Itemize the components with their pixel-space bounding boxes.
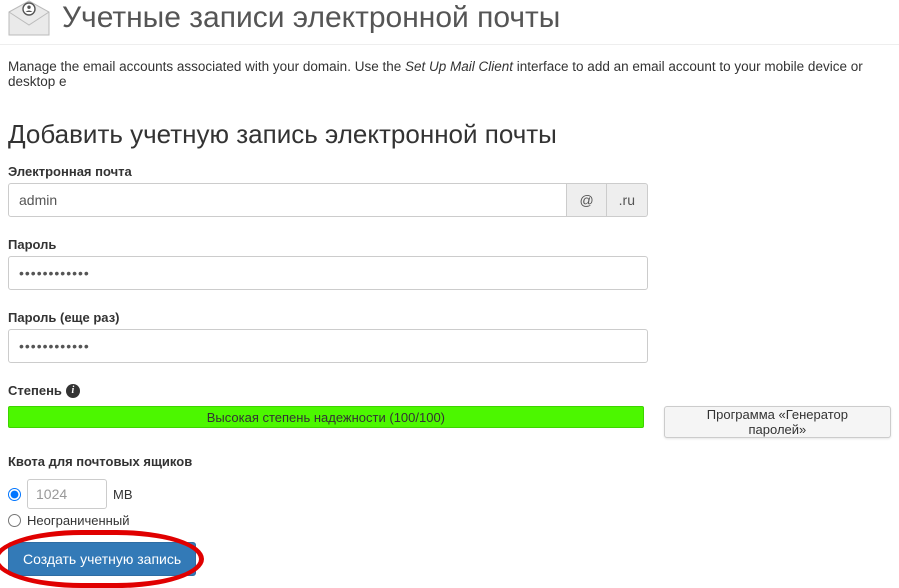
password-confirm-input[interactable] — [8, 329, 648, 363]
quota-fixed-row: MB — [0, 477, 899, 511]
quota-unit: MB — [113, 487, 133, 502]
quota-unlimited-radio[interactable] — [8, 514, 21, 527]
quota-fixed-radio[interactable] — [8, 488, 21, 501]
email-row: Электронная почта @ .ru — [0, 160, 899, 221]
quota-unlimited-label: Неограниченный — [27, 513, 129, 528]
password-row: Пароль — [0, 233, 899, 294]
create-account-button[interactable]: Создать учетную запись — [8, 542, 196, 576]
password-input[interactable] — [8, 256, 648, 290]
quota-unlimited-row: Неограниченный — [0, 511, 899, 530]
email-domain-addon: .ru — [607, 183, 648, 217]
password-generator-button[interactable]: Программа «Генератор паролей» — [664, 406, 891, 438]
quota-label-row: Квота для почтовых ящиков — [0, 450, 899, 477]
quota-label: Квота для почтовых ящиков — [8, 454, 891, 469]
strength-row: Высокая степень надежности (100/100) Про… — [0, 406, 899, 438]
page-description: Manage the email accounts associated wit… — [0, 45, 899, 89]
strength-label-row: Степень i — [0, 373, 899, 406]
add-account-heading: Добавить учетную запись электронной почт… — [8, 119, 891, 150]
email-accounts-icon — [8, 0, 50, 36]
strength-bar: Высокая степень надежности (100/100) — [8, 406, 644, 428]
email-input-group: @ .ru — [8, 183, 648, 217]
password-confirm-row: Пароль (еще раз) — [0, 306, 899, 367]
strength-label: Степень — [8, 383, 62, 398]
quota-input[interactable] — [27, 479, 107, 509]
desc-em: Set Up Mail Client — [405, 59, 513, 74]
password-label: Пароль — [8, 237, 891, 252]
submit-wrap: Создать учетную запись — [0, 530, 230, 584]
page-title: Учетные записи электронной почты — [62, 1, 560, 35]
info-icon[interactable]: i — [66, 384, 80, 398]
password-confirm-label: Пароль (еще раз) — [8, 310, 891, 325]
desc-before: Manage the email accounts associated wit… — [8, 59, 405, 74]
page-header: Учетные записи электронной почты — [0, 0, 899, 45]
strength-text: Высокая степень надежности (100/100) — [207, 410, 445, 425]
strength-label-wrap: Степень i — [8, 383, 80, 398]
email-input[interactable] — [8, 183, 567, 217]
email-at-addon: @ — [567, 183, 606, 217]
email-label: Электронная почта — [8, 164, 891, 179]
